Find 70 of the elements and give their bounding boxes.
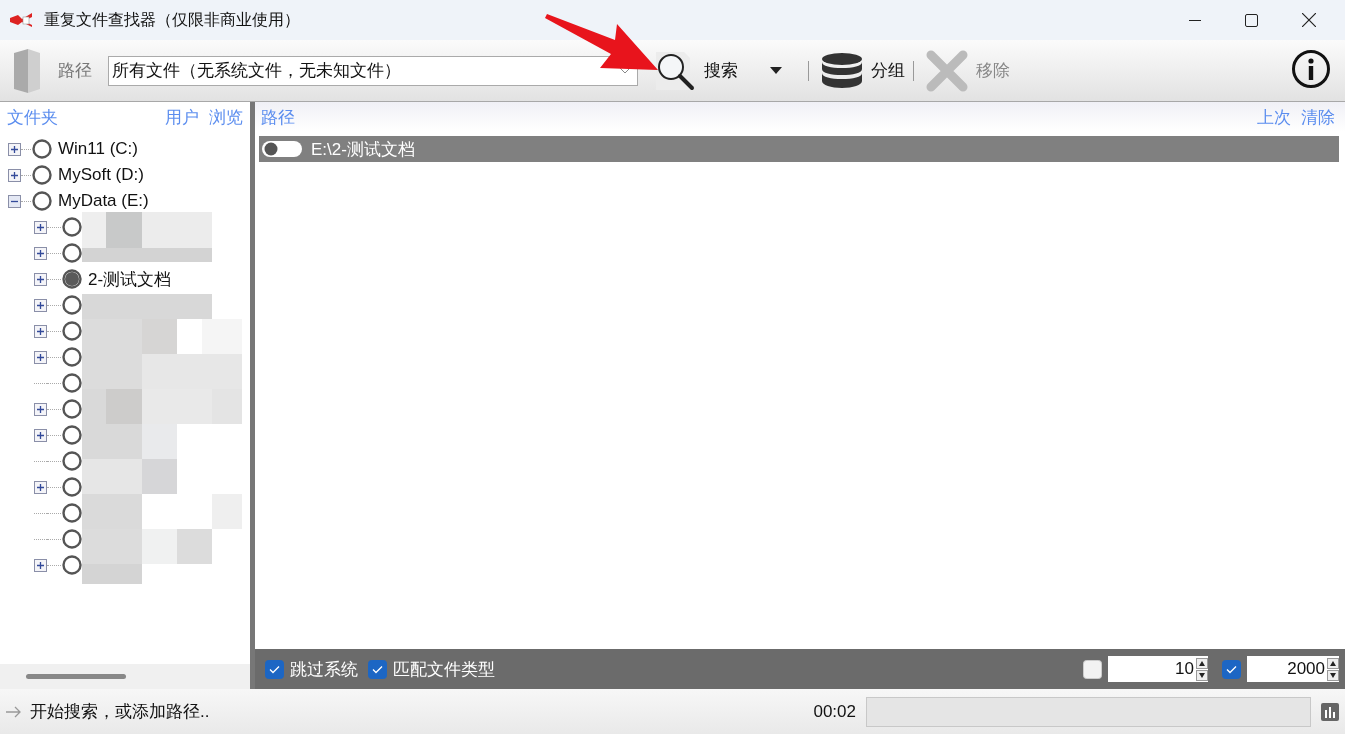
- radio-button[interactable]: [61, 554, 83, 576]
- path-row[interactable]: E:\2-测试文档: [259, 136, 1339, 162]
- radio-button[interactable]: [61, 502, 83, 524]
- dropdown-caret-icon[interactable]: [770, 67, 782, 74]
- toggle-switch[interactable]: [261, 140, 303, 158]
- radio-button[interactable]: [61, 450, 83, 472]
- window-title: 重复文件查找器（仅限非商业使用）: [44, 9, 300, 30]
- close-icon: [1301, 13, 1316, 27]
- filter-dropdown[interactable]: 所有文件（无系统文件，无未知文件）: [108, 55, 638, 86]
- expand-icon[interactable]: [34, 428, 47, 442]
- paths-header: 路径: [261, 106, 295, 129]
- expand-icon[interactable]: [34, 558, 47, 572]
- checkbox[interactable]: [368, 659, 387, 679]
- radio-button[interactable]: [31, 190, 53, 212]
- folder-name[interactable]: MySoft (D:): [58, 165, 144, 185]
- expand-icon[interactable]: [34, 298, 47, 312]
- number-field[interactable]: 2000: [1247, 656, 1339, 682]
- expand-icon[interactable]: [34, 480, 47, 494]
- expand-icon[interactable]: [8, 142, 21, 156]
- expand-icon[interactable]: [34, 324, 47, 338]
- x-icon: [926, 49, 968, 92]
- checkbox-label[interactable]: 匹配文件类型: [393, 657, 495, 681]
- expand-icon[interactable]: [8, 168, 21, 182]
- radio-button[interactable]: [31, 164, 53, 186]
- radio-button[interactable]: [61, 528, 83, 550]
- radio-button[interactable]: [61, 216, 83, 238]
- radio-button[interactable]: [61, 424, 83, 446]
- radio-button[interactable]: [61, 476, 83, 498]
- database-icon: [821, 51, 863, 90]
- radio-button[interactable]: [61, 320, 83, 342]
- checkbox[interactable]: [265, 659, 284, 679]
- spin-up-icon[interactable]: [1327, 657, 1339, 669]
- spin-up-icon[interactable]: [1196, 657, 1208, 669]
- expand-icon[interactable]: [34, 220, 47, 234]
- number-field[interactable]: 10: [1108, 656, 1208, 682]
- radio-button[interactable]: [61, 242, 83, 264]
- spin-down-icon[interactable]: [1327, 669, 1339, 681]
- info-icon: [1291, 49, 1331, 89]
- checkbox[interactable]: [1222, 659, 1241, 679]
- search-icon: [654, 49, 696, 92]
- chart-icon[interactable]: [1321, 702, 1339, 721]
- group-button[interactable]: 分组: [817, 45, 909, 96]
- folder-name[interactable]: 2-测试文档: [88, 267, 172, 291]
- elapsed-time: 00:02: [813, 701, 856, 722]
- app-icon: [10, 13, 32, 27]
- radio-button[interactable]: [61, 268, 83, 290]
- radio-button[interactable]: [61, 398, 83, 420]
- radio-button[interactable]: [61, 294, 83, 316]
- folder-icon: [12, 48, 42, 93]
- spin-down-icon[interactable]: [1196, 669, 1208, 681]
- folder-name[interactable]: MyData (E:): [58, 191, 149, 211]
- expand-icon[interactable]: [34, 246, 47, 260]
- status-message: 开始搜索，或添加路径..: [30, 701, 210, 723]
- folders-header: 文件夹: [7, 106, 58, 129]
- search-button[interactable]: 搜索: [650, 45, 742, 96]
- checkbox-label[interactable]: 跳过系统: [290, 657, 358, 681]
- expand-icon[interactable]: [34, 272, 47, 286]
- radio-button[interactable]: [31, 138, 53, 160]
- arrow-icon: [6, 705, 22, 718]
- maximize-icon: [1245, 13, 1258, 27]
- radio-button[interactable]: [61, 372, 83, 394]
- path-label: 路径: [58, 60, 92, 82]
- radio-button[interactable]: [61, 346, 83, 368]
- expand-icon[interactable]: [34, 350, 47, 364]
- scrollbar-thumb[interactable]: [26, 674, 126, 679]
- minimize-icon: [1188, 19, 1201, 21]
- expand-icon[interactable]: [34, 402, 47, 416]
- folder-name[interactable]: Win11 (C:): [58, 139, 138, 159]
- collapse-icon[interactable]: [8, 194, 21, 208]
- path-text: E:\2-测试文档: [311, 138, 415, 161]
